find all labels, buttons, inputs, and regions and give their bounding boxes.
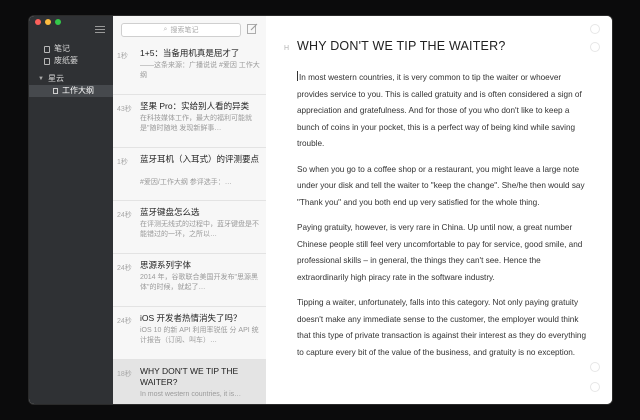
note-snippet: 在评测无线式的过程中，蓝牙键盘是不能错过的一环，之所以…	[140, 221, 259, 238]
zoom-window-button[interactable]	[55, 19, 61, 25]
note-snippet: ——这条来源：广播说说 #爱因 工作大纲	[140, 62, 260, 79]
sidebar-item-trash[interactable]: 废纸篓	[29, 55, 113, 67]
sidebar-toggle-icon[interactable]	[95, 26, 105, 34]
paragraph-text: In most western countries, it is very co…	[297, 73, 582, 148]
trash-icon	[44, 57, 50, 65]
heading-marker: H	[284, 45, 290, 52]
list-item[interactable]: 24秒 iOS 开发者热情消失了吗？ iOS 10 的新 API 利用率锐低 分…	[113, 307, 266, 360]
list-item-selected[interactable]: 18秒 WHY DON'T WE TIP THE WAITER? In most…	[113, 360, 266, 404]
sidebar-item-label: 工作大纲	[62, 86, 94, 95]
note-title: 1+5：当备用机真是屈才了	[140, 48, 240, 58]
note-icon	[44, 45, 50, 53]
list-item[interactable]: 1秒 蓝牙耳机（入耳式）的评测要点 #爱因/工作大纲 参评选手：…	[113, 148, 266, 201]
note-title: WHY DON'T WE TIP THE WAITER?	[140, 366, 239, 387]
sidebar-nav: 笔记 废纸篓 ▼ 星云 工作大纲	[29, 43, 113, 97]
note-snippet: #爱因/工作大纲 参评选手：…	[140, 179, 232, 186]
paragraph[interactable]: So when you go to a coffee shop or a res…	[297, 162, 589, 212]
paragraph[interactable]: In most western countries, it is very co…	[297, 70, 589, 153]
sidebar-item-label: 废纸篓	[54, 56, 78, 65]
compose-icon[interactable]	[247, 23, 258, 34]
note-snippet: 在科技媒体工作，最大的福利可能就是"随时随地 发现新鲜事…	[140, 115, 252, 132]
search-input[interactable]: ⌕ 搜索笔记	[121, 23, 241, 37]
search-placeholder: 搜索笔记	[170, 27, 199, 34]
sidebar-group-xingyun[interactable]: ▼ 星云	[29, 73, 113, 85]
note-age: 43秒	[117, 106, 132, 113]
sidebar-group-label: 星云	[48, 74, 64, 83]
note-age: 18秒	[117, 371, 132, 378]
search-icon: ⌕	[163, 26, 168, 33]
note-snippet: iOS 10 的新 API 利用率锐低 分 API 统计报告（订阅、叫车）…	[140, 327, 259, 344]
window-controls	[35, 19, 61, 25]
note-list: 1秒 1+5：当备用机真是屈才了 ——这条来源：广播说说 #爱因 工作大纲 43…	[113, 42, 266, 404]
ghost-icon	[590, 382, 600, 392]
chevron-down-icon[interactable]: ▼	[38, 73, 44, 85]
note-age: 24秒	[117, 318, 132, 325]
document-body[interactable]: In most western countries, it is very co…	[297, 70, 589, 370]
paragraph[interactable]: Tipping a waiter, unfortunately, falls i…	[297, 295, 589, 361]
note-age: 24秒	[117, 212, 132, 219]
ghost-icon	[590, 42, 600, 52]
note-age: 1秒	[117, 159, 128, 166]
sidebar-item-work-outline[interactable]: 工作大纲	[29, 85, 113, 97]
note-title: 蓝牙耳机（入耳式）的评测要点	[140, 154, 260, 164]
close-window-button[interactable]	[35, 19, 41, 25]
sidebar: 笔记 废纸篓 ▼ 星云 工作大纲	[29, 16, 113, 404]
minimize-window-button[interactable]	[45, 19, 51, 25]
editor-pane[interactable]: H WHY DON'T WE TIP THE WAITER? In most w…	[266, 16, 612, 404]
note-title: 思源系列字体	[140, 260, 192, 270]
list-item[interactable]: 24秒 思源系列字体 2014 年，谷歌联合美国开发布"思源黑体"的时候，就起了…	[113, 254, 266, 307]
note-age: 1秒	[117, 53, 128, 60]
note-snippet: 2014 年，谷歌联合美国开发布"思源黑体"的时候，就起了…	[140, 274, 259, 291]
note-snippet: In most western countries, it is…	[140, 391, 242, 398]
ghost-icon	[590, 24, 600, 34]
note-list-pane: ⌕ 搜索笔记 1秒 1+5：当备用机真是屈才了 ——这条来源：广播说说 #爱因 …	[113, 16, 267, 404]
note-age: 24秒	[117, 265, 132, 272]
note-title: 坚果 Pro：实给别人看的异类	[140, 101, 250, 111]
note-title: iOS 开发者热情消失了吗？	[140, 313, 242, 323]
list-item[interactable]: 24秒 蓝牙键盘怎么选 在评测无线式的过程中，蓝牙键盘是不能错过的一环，之所以…	[113, 201, 266, 254]
note-title: 蓝牙键盘怎么选	[140, 207, 200, 217]
sidebar-item-notes[interactable]: 笔记	[29, 43, 113, 55]
paragraph[interactable]: Paying gratuity, however, is very rare i…	[297, 220, 589, 286]
sidebar-item-label: 笔记	[54, 44, 70, 53]
document-title[interactable]: WHY DON'T WE TIP THE WAITER?	[297, 39, 505, 53]
sheet-icon	[53, 88, 58, 94]
ghost-icon	[590, 362, 600, 372]
list-item[interactable]: 1秒 1+5：当备用机真是屈才了 ——这条来源：广播说说 #爱因 工作大纲	[113, 42, 266, 95]
app-window: 笔记 废纸篓 ▼ 星云 工作大纲 ⌕ 搜索笔记 1秒 1+5：当备用机真是屈才了…	[29, 16, 612, 404]
list-item[interactable]: 43秒 坚果 Pro：实给别人看的异类 在科技媒体工作，最大的福利可能就是"随时…	[113, 95, 266, 148]
text-cursor	[297, 71, 298, 81]
